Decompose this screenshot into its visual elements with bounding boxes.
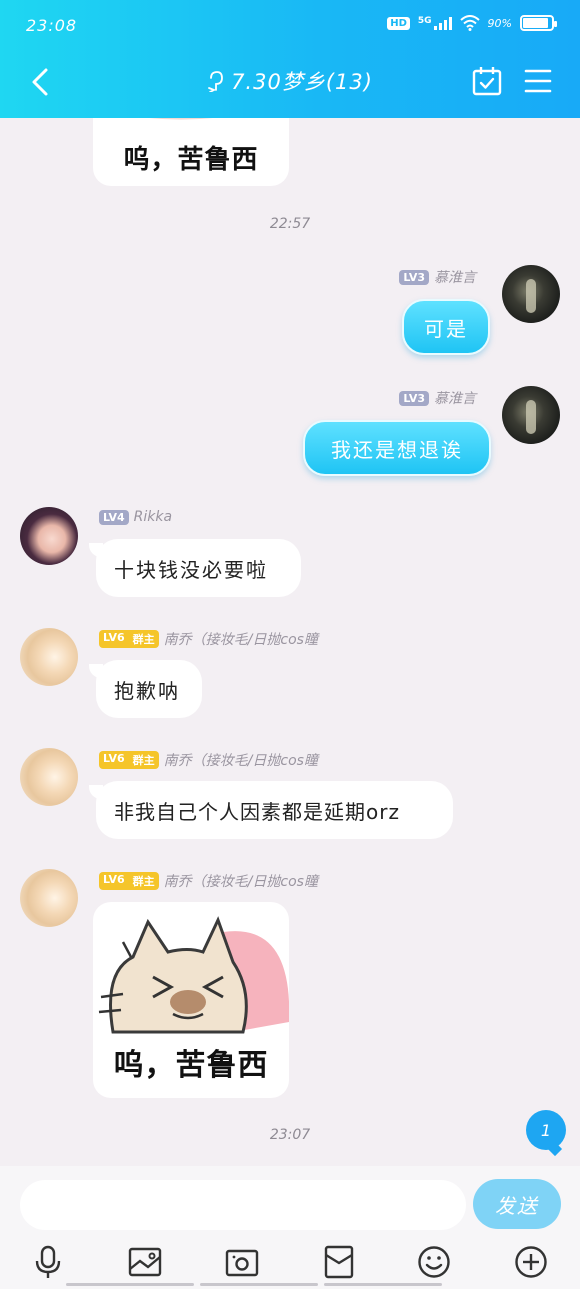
sender-name: Rikka (133, 509, 173, 525)
sender-meta: LV3 慕淮言 (399, 388, 476, 408)
sender-name: 南乔（接妆毛/日抛cos瞳 (163, 632, 318, 648)
level-badge-group: LV6 群主 (99, 751, 159, 769)
cat-sticker-image (98, 916, 289, 1034)
message-text: 十块钱没必要啦 (114, 557, 268, 582)
message-bubble[interactable]: 非我自己个人因素都是延期orz (96, 781, 453, 839)
message-text: 可是 (424, 316, 468, 341)
input-bar: 发送 (0, 1166, 580, 1289)
sender-name: 慕淮言 (434, 270, 476, 286)
level-badge: LV3 (399, 269, 429, 285)
red-packet-icon (324, 1245, 354, 1279)
sender-meta: LV4 Rikka (99, 509, 172, 525)
voice-button[interactable] (30, 1244, 66, 1280)
sender-meta: LV3 慕淮言 (399, 267, 476, 287)
signal-icon (433, 16, 452, 30)
battery-percent: 90% (487, 16, 512, 30)
message-text: 抱歉呐 (114, 678, 180, 703)
wifi-icon (459, 15, 480, 31)
sender-name: 慕淮言 (434, 391, 476, 407)
message-bubble[interactable]: 十块钱没必要啦 (96, 539, 301, 597)
chat-header: 23:08 HD 5G 90% 7.30梦乡(13) (0, 0, 580, 118)
nav-bar-segment (66, 1283, 194, 1286)
owner-badge: 群主 (128, 630, 159, 648)
battery-icon (520, 15, 557, 31)
level-badge-group: LV6 群主 (99, 630, 159, 648)
cat-sticker-image (149, 118, 289, 120)
owner-badge: 群主 (128, 872, 159, 890)
message-bubble[interactable]: 我还是想退诶 (303, 420, 491, 476)
message-bubble[interactable]: 可是 (402, 299, 490, 355)
avatar[interactable] (502, 265, 560, 323)
image-button[interactable] (127, 1244, 163, 1280)
camera-button[interactable] (224, 1244, 260, 1280)
image-icon (128, 1247, 162, 1277)
avatar[interactable] (502, 386, 560, 444)
message-input[interactable] (20, 1180, 466, 1230)
sender-name: 南乔（接妆毛/日抛cos瞳 (163, 753, 318, 769)
menu-icon[interactable] (524, 68, 552, 94)
message-text: 非我自己个人因素都是延期orz (114, 799, 400, 824)
avatar[interactable] (20, 628, 78, 686)
sticker-message[interactable]: 呜，苦鲁西 (93, 118, 289, 186)
level-badge: LV4 (99, 509, 129, 525)
timestamp: 22:57 (269, 216, 311, 232)
sticker-caption: 呜，苦鲁西 (123, 145, 259, 175)
avatar[interactable] (20, 869, 78, 927)
mute-icon (208, 71, 223, 92)
nav-bar-segment (324, 1283, 442, 1286)
owner-badge: 群主 (128, 751, 159, 769)
timestamp: 23:07 (269, 1127, 311, 1143)
sender-name: 南乔（接妆毛/日抛cos瞳 (163, 874, 318, 890)
avatar[interactable] (20, 748, 78, 806)
chat-title: 7.30梦乡(13) (231, 70, 373, 94)
level-badge: LV3 (399, 390, 429, 406)
unread-badge[interactable]: 1 (526, 1110, 566, 1150)
level-badge: LV6 (99, 751, 129, 769)
sender-meta: LV6 群主 南乔（接妆毛/日抛cos瞳 (99, 629, 318, 649)
hd-badge: HD (387, 16, 410, 30)
calendar-check-icon[interactable] (472, 66, 502, 96)
status-time: 23:08 (26, 16, 78, 35)
emoji-button[interactable] (416, 1244, 452, 1280)
sticker-caption: 呜，苦鲁西 (113, 1048, 269, 1083)
message-text: 我还是想退诶 (331, 437, 463, 462)
microphone-icon (35, 1245, 61, 1278)
message-list[interactable]: 呜，苦鲁西 22:57 LV3 慕淮言 可是 LV3 慕淮言 我还是想退诶 LV… (0, 118, 580, 1166)
more-button[interactable] (513, 1244, 549, 1280)
sender-meta: LV6 群主 南乔（接妆毛/日抛cos瞳 (99, 871, 318, 891)
sticker-message[interactable]: 呜，苦鲁西 (93, 902, 289, 1098)
level-badge-group: LV6 群主 (99, 872, 159, 890)
plus-icon (515, 1246, 547, 1278)
send-button[interactable]: 发送 (473, 1179, 561, 1229)
message-bubble[interactable]: 抱歉呐 (96, 660, 202, 718)
camera-icon (225, 1249, 259, 1277)
avatar[interactable] (20, 507, 78, 565)
red-packet-button[interactable] (321, 1244, 357, 1280)
network-label: 5G (418, 16, 452, 30)
level-badge: LV6 (99, 630, 129, 648)
status-icons: HD 5G 90% (387, 15, 557, 31)
emoji-icon (418, 1246, 450, 1278)
sender-meta: LV6 群主 南乔（接妆毛/日抛cos瞳 (99, 750, 318, 770)
level-badge: LV6 (99, 872, 129, 890)
nav-bar-segment (200, 1283, 318, 1286)
